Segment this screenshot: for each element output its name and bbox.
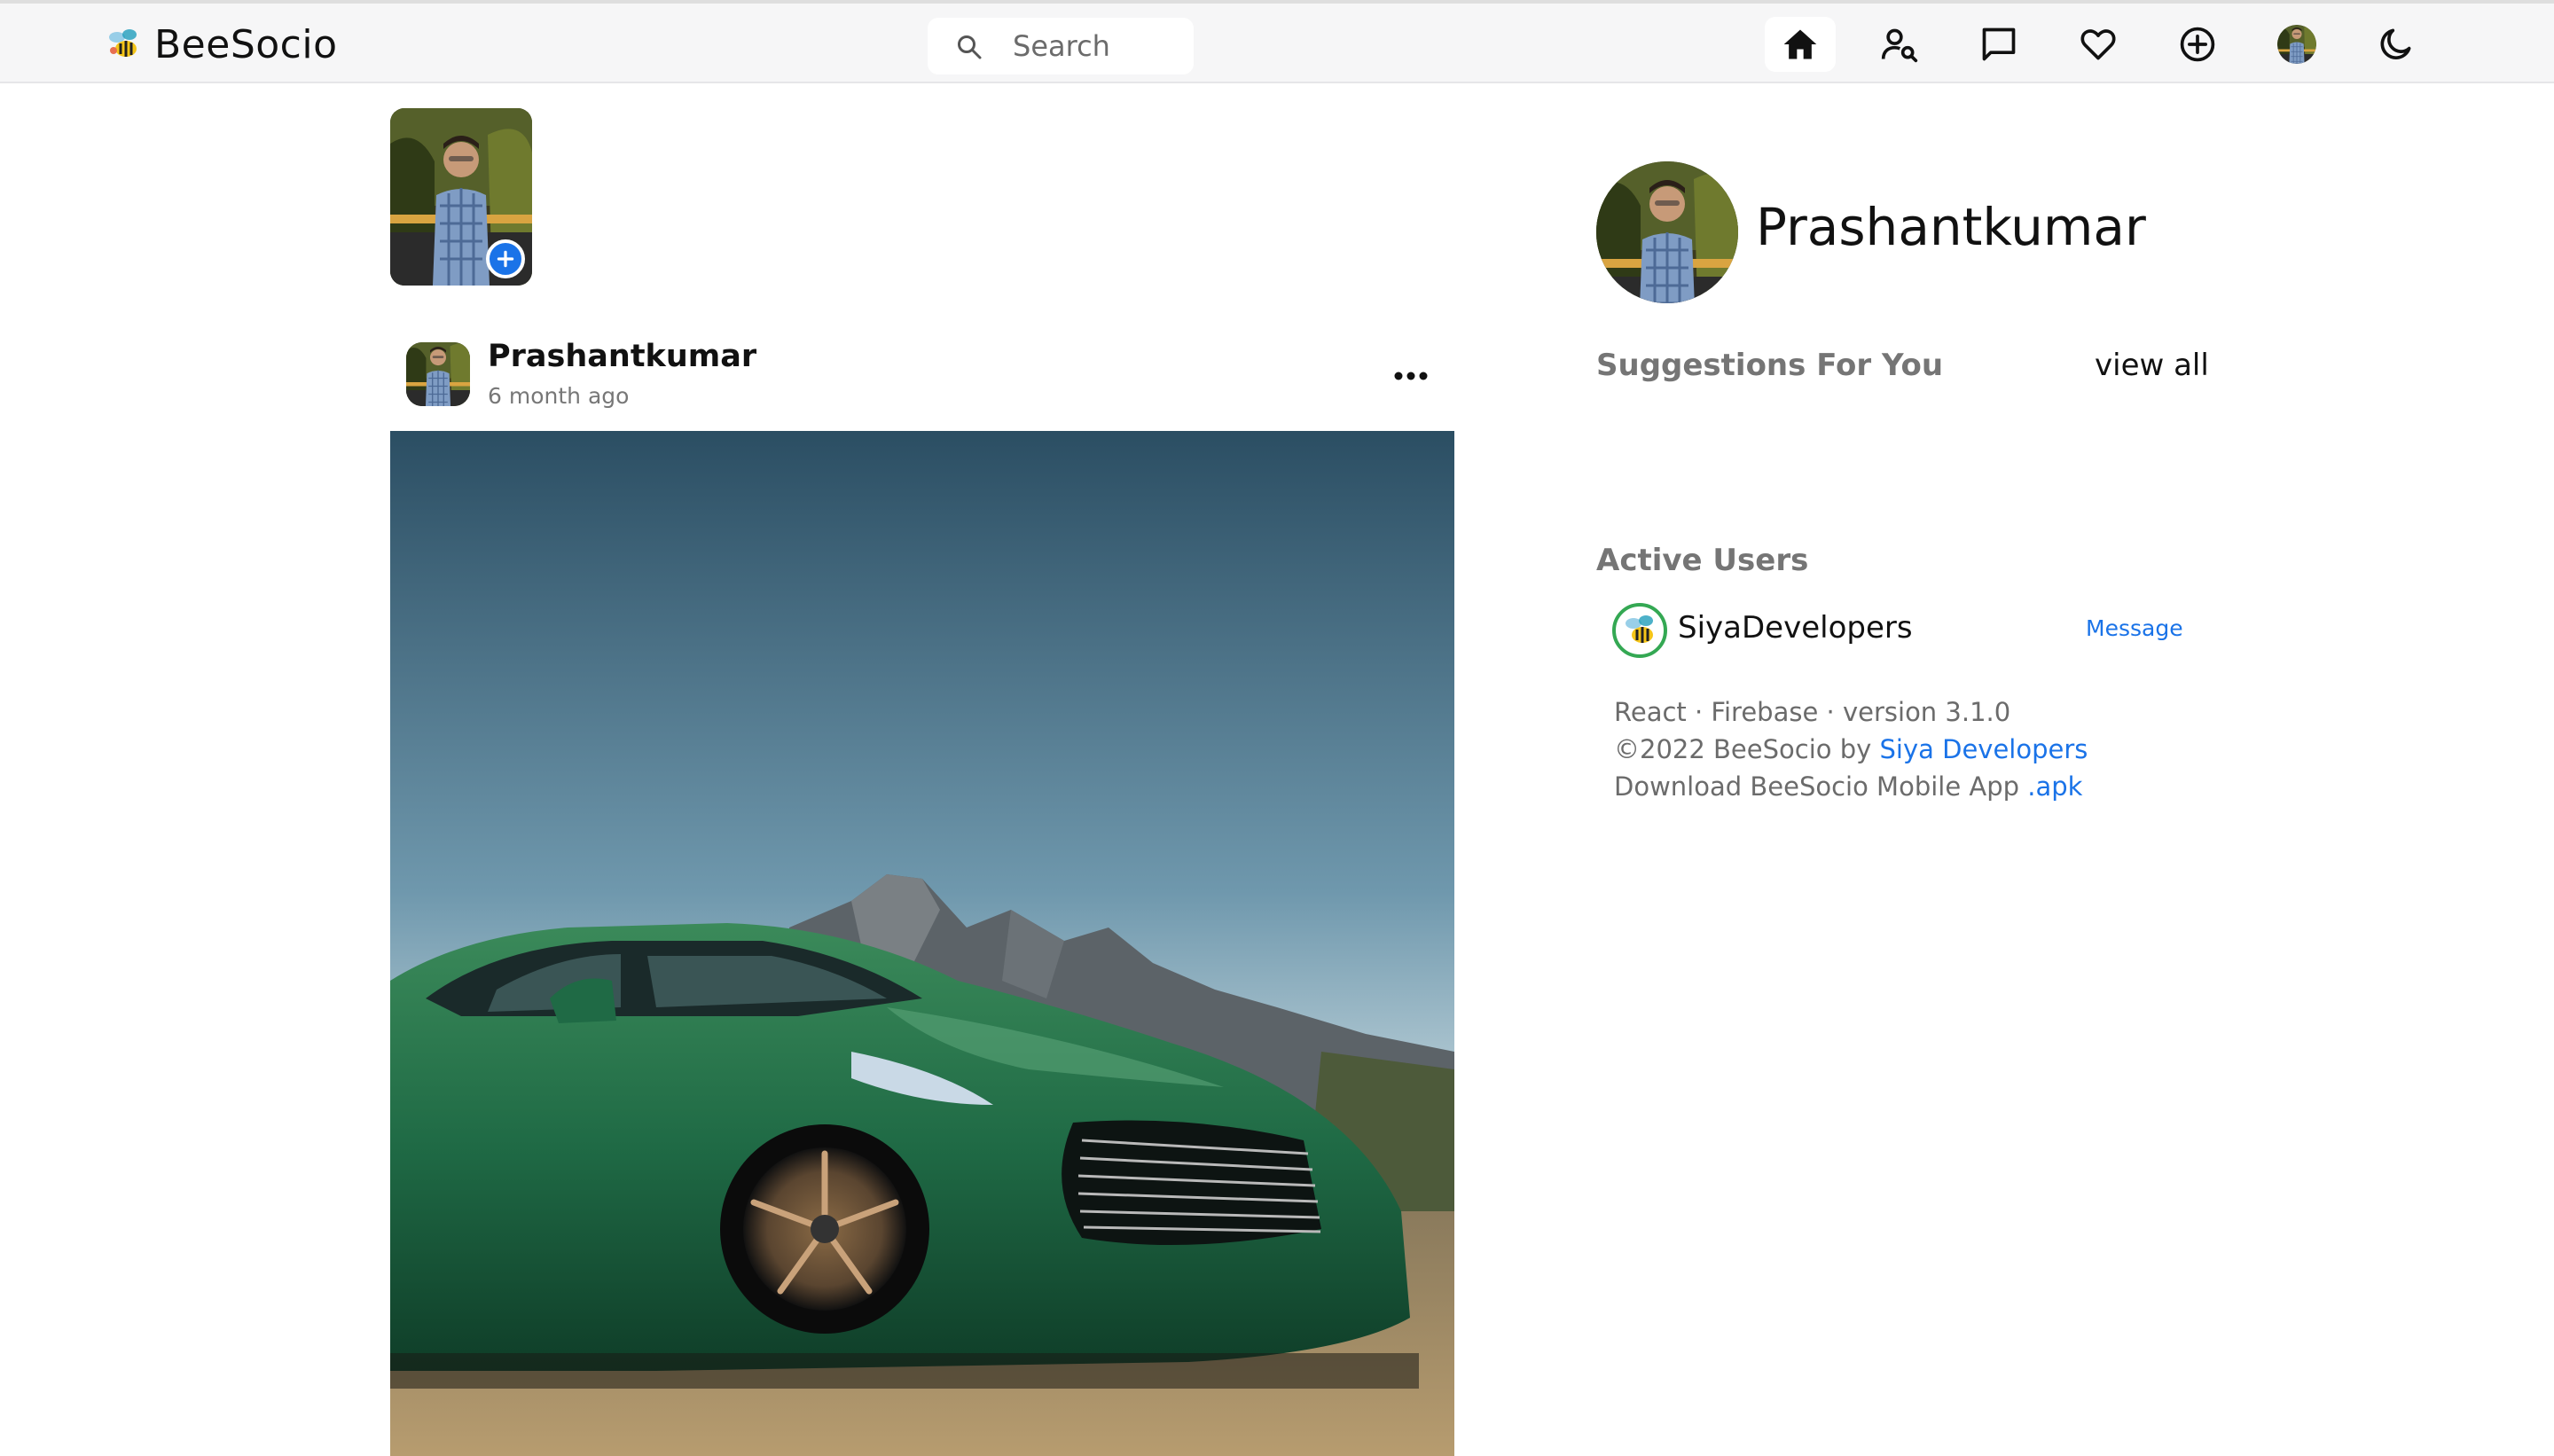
profile-name[interactable]: Prashantkumar (1756, 197, 2146, 257)
view-all-link[interactable]: view all (2095, 348, 2209, 383)
message-link[interactable]: Message (2086, 615, 2183, 641)
footer-copyright-line: ©2022 BeeSocio by Siya Developers (1614, 731, 2088, 768)
plus-icon (497, 250, 514, 268)
heart-icon (2080, 29, 2116, 60)
active-user-name[interactable]: SiyaDevelopers (1678, 610, 1913, 646)
top-navbar: BeeSocio (0, 4, 2554, 83)
find-people-button[interactable] (1864, 17, 1935, 72)
active-users-title: Active Users (1596, 543, 1809, 578)
profile-avatar[interactable] (1596, 161, 1738, 303)
brand-name: BeeSocio (154, 21, 338, 67)
post-author-avatar[interactable] (406, 342, 470, 406)
list-item[interactable]: SiyaDevelopers Message (1612, 601, 2189, 660)
brand[interactable]: BeeSocio (105, 20, 338, 69)
home-button[interactable] (1765, 17, 1836, 72)
add-story-button[interactable] (486, 239, 525, 278)
plus-circle-icon (2180, 27, 2215, 62)
chat-icon (1982, 27, 2016, 61)
bee-logo-icon (1626, 615, 1653, 643)
user-search-icon (1881, 28, 1918, 63)
theme-toggle-button[interactable] (2361, 17, 2432, 72)
home-icon (1783, 29, 1817, 59)
post-author-name[interactable]: Prashantkumar (488, 339, 756, 374)
avatar[interactable] (1612, 603, 1667, 658)
post-image[interactable] (390, 431, 1454, 1456)
search-input[interactable] (1013, 27, 1181, 66)
footer-tech-line: React · Firebase · version 3.1.0 (1614, 697, 2011, 727)
more-horizontal-icon (1394, 372, 1428, 380)
sidebar-footer: React · Firebase · version 3.1.0 ©2022 B… (1614, 693, 2088, 805)
notifications-button[interactable] (2063, 17, 2134, 72)
search-icon (958, 35, 982, 59)
create-post-button[interactable] (2162, 17, 2233, 72)
avatar (2277, 25, 2316, 64)
search-box[interactable] (928, 18, 1194, 74)
post-timestamp: 6 month ago (488, 383, 630, 409)
post-header: Prashantkumar 6 month ago (390, 330, 1454, 415)
footer-download-line: Download BeeSocio Mobile App .apk (1614, 768, 2088, 805)
suggestions-title: Suggestions For You (1596, 348, 1944, 383)
footer-download-text: Download BeeSocio Mobile App (1614, 771, 2028, 802)
bee-logo-icon (109, 29, 137, 57)
moon-icon (2380, 28, 2411, 59)
footer-copyright-text: ©2022 BeeSocio by (1614, 734, 1880, 764)
messages-button[interactable] (1963, 17, 2034, 72)
profile-button[interactable] (2261, 17, 2332, 72)
siya-developers-link[interactable]: Siya Developers (1880, 734, 2088, 764)
post-options-button[interactable] (1383, 356, 1438, 395)
apk-download-link[interactable]: .apk (2027, 771, 2082, 802)
